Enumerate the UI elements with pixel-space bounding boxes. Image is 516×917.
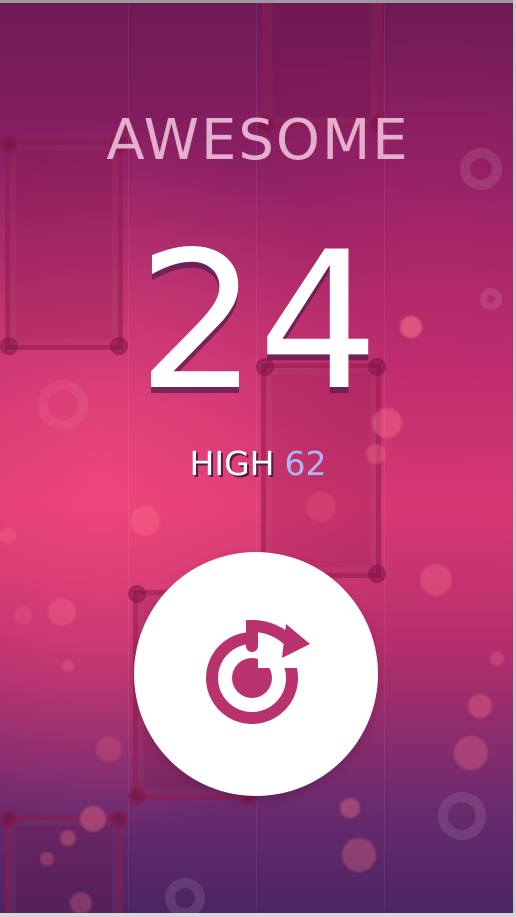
bokeh-light	[454, 736, 488, 770]
bokeh-light	[130, 506, 160, 536]
high-score-value: 62	[284, 444, 327, 483]
bokeh-light	[468, 694, 492, 718]
bokeh-light	[70, 892, 92, 914]
bokeh-light	[340, 798, 360, 818]
bokeh-light	[420, 564, 452, 596]
result-title: AWESOME	[106, 108, 410, 173]
window-bottom-border	[0, 913, 516, 917]
bokeh-light	[306, 492, 336, 522]
high-score: HIGH 62	[0, 444, 516, 483]
decor-ring	[438, 792, 486, 840]
bokeh-light	[14, 606, 32, 624]
bokeh-light	[96, 736, 122, 762]
current-score: 24	[137, 211, 379, 432]
bokeh-light	[80, 806, 106, 832]
bokeh-light	[48, 598, 76, 626]
bokeh-light	[490, 652, 504, 666]
game-over-screen: AWESOME 24 HIGH 62	[0, 0, 516, 917]
high-score-label: HIGH	[189, 444, 275, 483]
replay-button[interactable]	[134, 552, 378, 796]
decor-ring	[165, 878, 205, 917]
bokeh-light	[0, 528, 16, 544]
window-top-border	[0, 0, 516, 3]
replay-icon	[206, 610, 320, 724]
bokeh-light	[60, 830, 76, 846]
bokeh-light	[62, 660, 74, 672]
bokeh-light	[40, 852, 54, 866]
bokeh-light	[342, 838, 376, 872]
